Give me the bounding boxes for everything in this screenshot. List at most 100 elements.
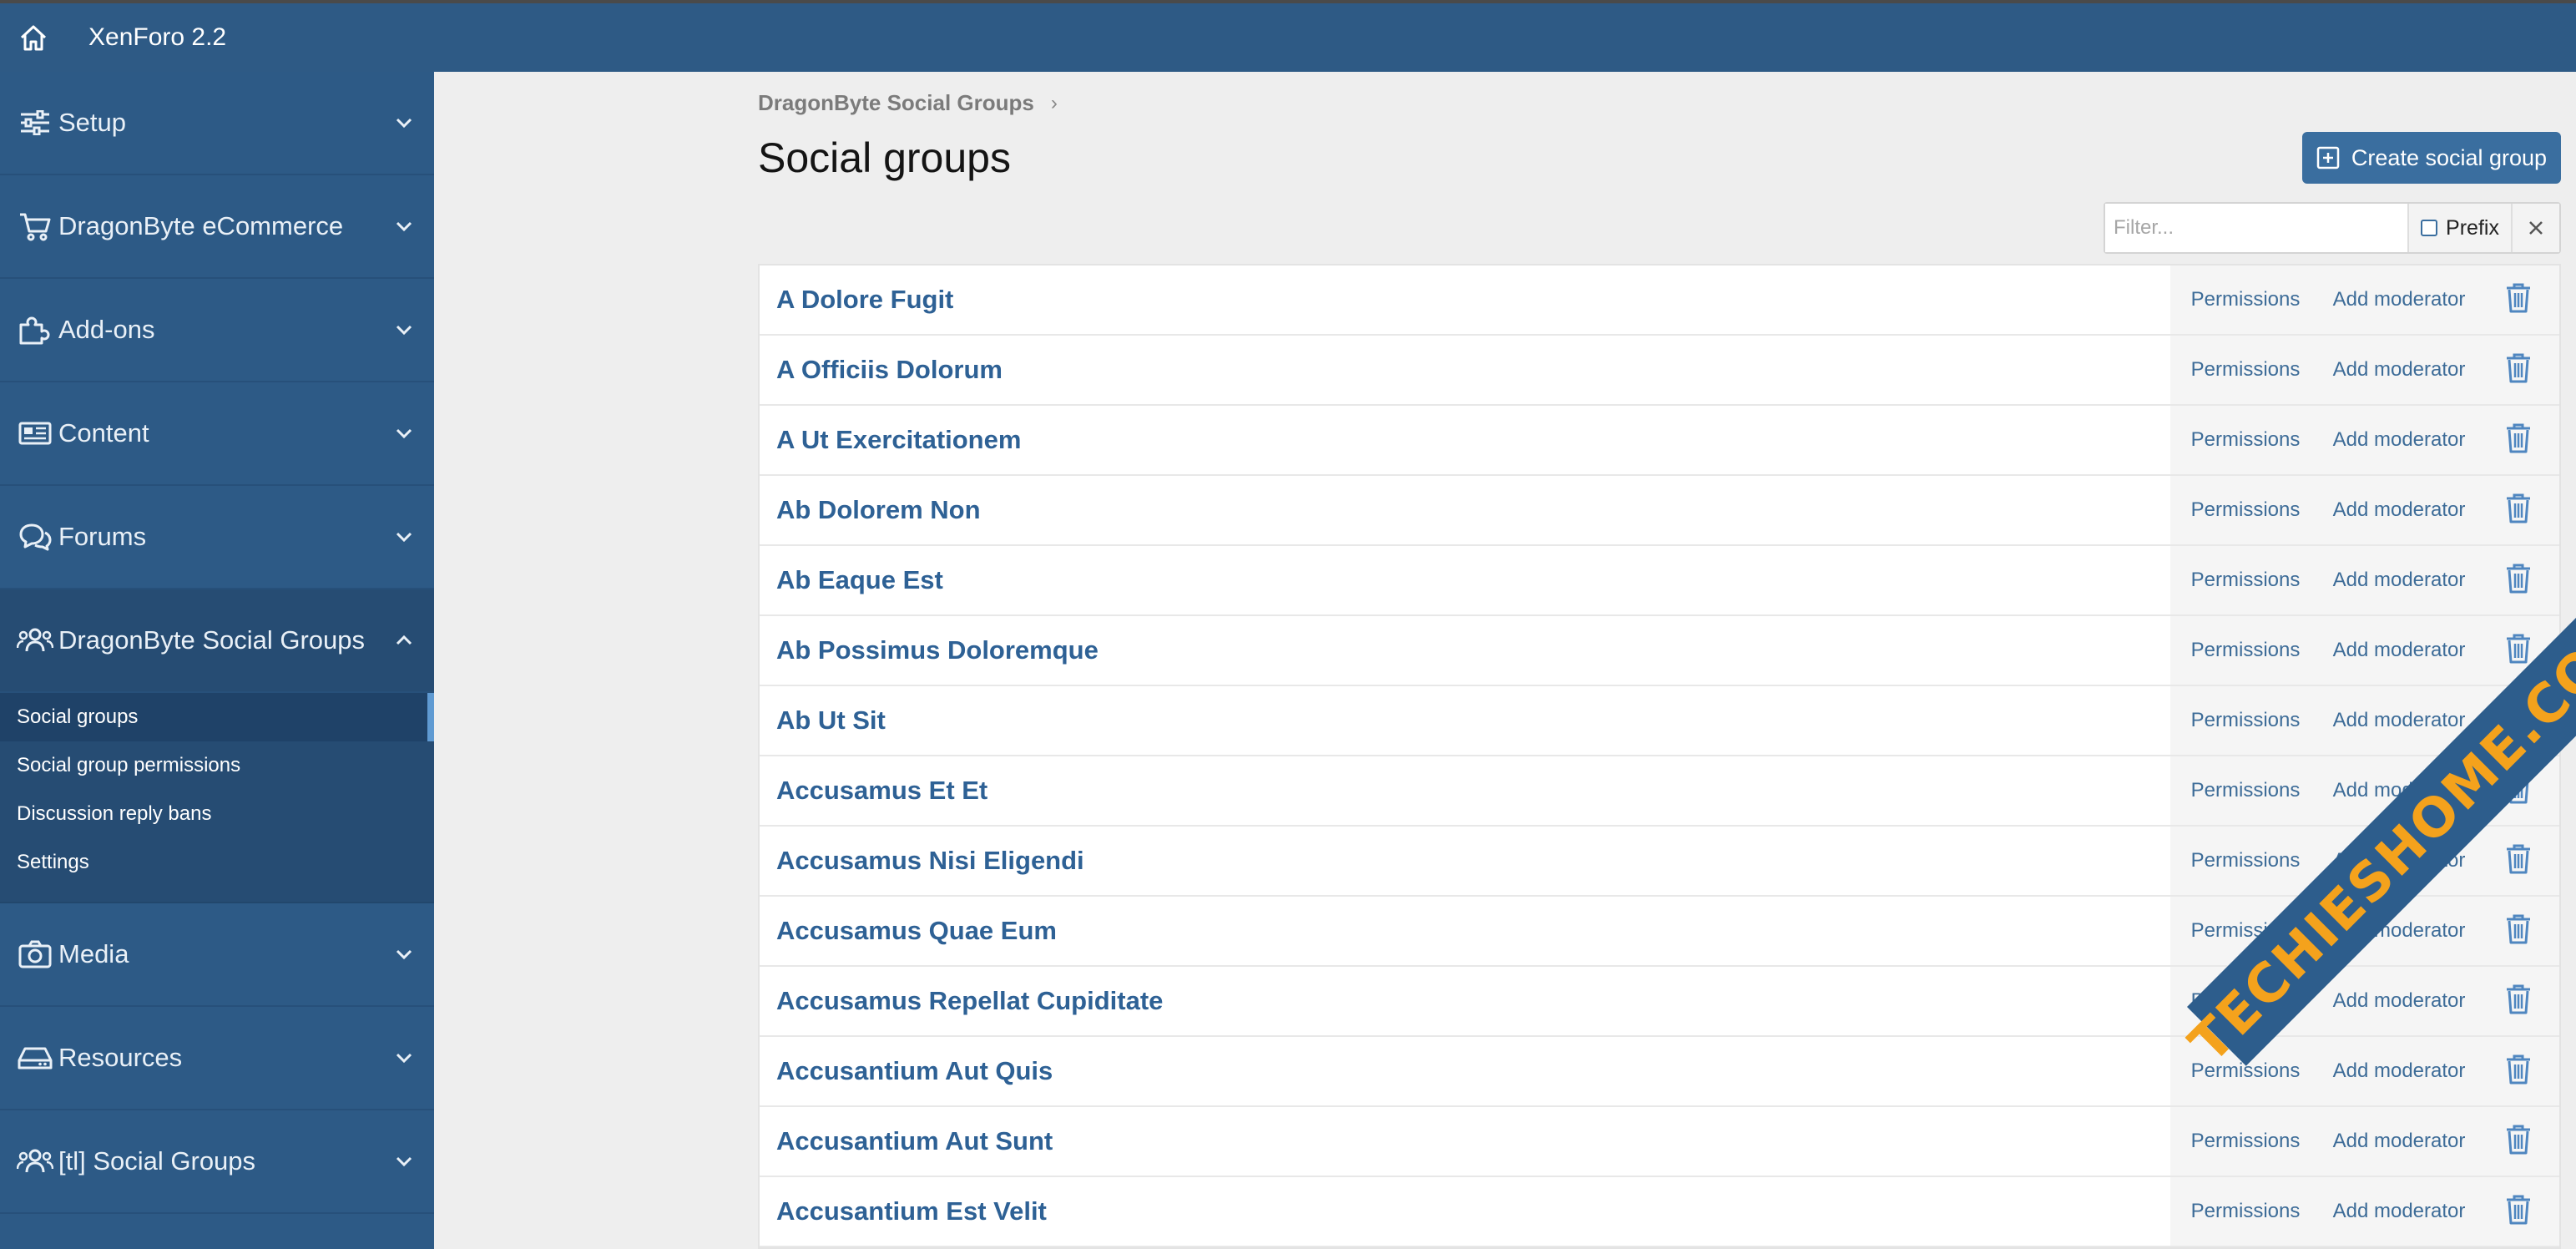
- nav-label: DragonByte Social Groups: [58, 625, 366, 655]
- subnav-item-social-groups[interactable]: Social groups: [0, 693, 434, 741]
- chevron-down-icon: [394, 320, 414, 340]
- permissions-link[interactable]: Permissions: [2170, 849, 2321, 872]
- delete-button[interactable]: [2478, 282, 2559, 318]
- permissions-link[interactable]: Permissions: [2170, 639, 2321, 662]
- group-name-link[interactable]: Ab Dolorem Non: [760, 476, 2170, 544]
- nav-dragonbyte-social-groups[interactable]: DragonByte Social Groups: [0, 589, 434, 693]
- group-name-link[interactable]: Ab Possimus Doloremque: [760, 616, 2170, 685]
- nav-label: Forums: [58, 522, 147, 551]
- add-moderator-link[interactable]: Add moderator: [2321, 989, 2478, 1013]
- subnav-item-settings[interactable]: Settings: [0, 838, 434, 887]
- clear-filter-button[interactable]: [2511, 204, 2559, 252]
- subnav-item-discussion-reply-bans[interactable]: Discussion reply bans: [0, 790, 434, 838]
- nav-tl-social-groups[interactable]: [tl] Social Groups: [0, 1110, 434, 1214]
- home-button[interactable]: [0, 3, 67, 72]
- home-icon: [20, 25, 47, 51]
- group-name-link[interactable]: A Ut Exercitationem: [760, 406, 2170, 474]
- nav-setup[interactable]: Setup: [0, 72, 434, 175]
- top-bar: XenForo 2.2: [0, 0, 2576, 72]
- delete-button[interactable]: [2478, 913, 2559, 949]
- prefix-checkbox[interactable]: Prefix: [2407, 204, 2511, 252]
- add-moderator-link[interactable]: Add moderator: [2321, 428, 2478, 452]
- nav-label: Content: [58, 418, 149, 448]
- filter-bar: Prefix: [2104, 202, 2561, 254]
- permissions-link[interactable]: Permissions: [2170, 1200, 2321, 1223]
- group-name-link[interactable]: A Dolore Fugit: [760, 265, 2170, 334]
- nav-label: DragonByte eCommerce: [58, 211, 344, 240]
- permissions-link[interactable]: Permissions: [2170, 1130, 2321, 1153]
- nav-label: Add-ons: [58, 315, 155, 344]
- group-name-link[interactable]: A Officiis Dolorum: [760, 336, 2170, 404]
- trash-icon: [2504, 1124, 2533, 1160]
- add-moderator-link[interactable]: Add moderator: [2321, 639, 2478, 662]
- trash-icon: [2504, 493, 2533, 528]
- group-name-link[interactable]: Accusantium Est Velit: [760, 1177, 2170, 1246]
- add-moderator-link[interactable]: Add moderator: [2321, 1059, 2478, 1083]
- trash-icon: [2504, 913, 2533, 949]
- add-moderator-link[interactable]: Add moderator: [2321, 569, 2478, 592]
- add-moderator-link[interactable]: Add moderator: [2321, 1130, 2478, 1153]
- nav-addons[interactable]: Add-ons: [0, 279, 434, 382]
- chevron-up-icon: [394, 630, 414, 650]
- trash-icon: [2504, 352, 2533, 388]
- row-actions: PermissionsAdd moderator: [2170, 265, 2559, 334]
- delete-button[interactable]: [2478, 1194, 2559, 1230]
- group-name-link[interactable]: Accusamus Et Et: [760, 756, 2170, 825]
- newspaper-icon: [17, 418, 53, 448]
- trash-icon: [2504, 563, 2533, 599]
- social-groups-list: A Dolore Fugit Permissions Add moderator A …: [758, 264, 2561, 1249]
- hdd-icon: [17, 1043, 53, 1073]
- subnav-item-social-group-permissions[interactable]: Social group permissions: [0, 741, 434, 790]
- delete-button[interactable]: [2478, 422, 2559, 458]
- permissions-link[interactable]: Permissions: [2170, 709, 2321, 732]
- breadcrumb-link[interactable]: DragonByte Social Groups: [758, 90, 1034, 116]
- add-moderator-link[interactable]: Add moderator: [2321, 1200, 2478, 1223]
- nav-label: Resources: [58, 1043, 183, 1072]
- group-name-link[interactable]: Accusamus Repellat Cupiditate: [760, 967, 2170, 1035]
- app-title[interactable]: XenForo 2.2: [88, 23, 226, 52]
- table-row: A Ut Exercitationem Permissions Add modera…: [760, 406, 2559, 476]
- permissions-link[interactable]: Permissions: [2170, 358, 2321, 382]
- add-moderator-link[interactable]: Add moderator: [2321, 498, 2478, 522]
- group-name-link[interactable]: Ab Eaque Est: [760, 546, 2170, 614]
- breadcrumb: DragonByte Social Groups ›: [758, 90, 1058, 116]
- table-row: Accusantium Est Velit Permissions Add mode…: [760, 1177, 2559, 1247]
- delete-button[interactable]: [2478, 1054, 2559, 1090]
- table-row: Ab Possimus Doloremque Permissions Add mod…: [760, 616, 2559, 686]
- permissions-link[interactable]: Permissions: [2170, 779, 2321, 802]
- filter-input[interactable]: [2105, 204, 2407, 252]
- chevron-down-icon: [394, 1048, 414, 1068]
- nav-label: [tl] Social Groups: [58, 1146, 256, 1176]
- add-moderator-link[interactable]: Add moderator: [2321, 709, 2478, 732]
- group-name-link[interactable]: Accusamus Nisi Eligendi: [760, 827, 2170, 895]
- row-actions: PermissionsAdd moderator: [2170, 1177, 2559, 1246]
- group-name-link[interactable]: Ab Ut Sit: [760, 686, 2170, 755]
- prefix-label: Prefix: [2446, 215, 2499, 240]
- group-name-link[interactable]: Accusamus Quae Eum: [760, 897, 2170, 965]
- delete-button[interactable]: [2478, 1124, 2559, 1160]
- users-icon: [17, 625, 53, 655]
- nav-forums[interactable]: Forums: [0, 486, 434, 589]
- chevron-down-icon: [394, 944, 414, 964]
- delete-button[interactable]: [2478, 493, 2559, 528]
- delete-button[interactable]: [2478, 984, 2559, 1019]
- group-name-link[interactable]: Accusantium Aut Sunt: [760, 1107, 2170, 1176]
- delete-button[interactable]: [2478, 352, 2559, 388]
- nav-content[interactable]: Content: [0, 382, 434, 486]
- add-moderator-link[interactable]: Add moderator: [2321, 288, 2478, 311]
- table-row: Ab Ut Sit Permissions Add moderator: [760, 686, 2559, 756]
- delete-button[interactable]: [2478, 843, 2559, 879]
- trash-icon: [2504, 984, 2533, 1019]
- permissions-link[interactable]: Permissions: [2170, 288, 2321, 311]
- permissions-link[interactable]: Permissions: [2170, 498, 2321, 522]
- permissions-link[interactable]: Permissions: [2170, 428, 2321, 452]
- group-name-link[interactable]: Accusantium Aut Quis: [760, 1037, 2170, 1105]
- nav-media[interactable]: Media: [0, 903, 434, 1007]
- nav-resources[interactable]: Resources: [0, 1007, 434, 1110]
- create-social-group-button[interactable]: Create social group: [2302, 132, 2561, 184]
- permissions-link[interactable]: Permissions: [2170, 569, 2321, 592]
- delete-button[interactable]: [2478, 563, 2559, 599]
- nav-ecommerce[interactable]: DragonByte eCommerce: [0, 175, 434, 279]
- chevron-down-icon: [394, 216, 414, 236]
- add-moderator-link[interactable]: Add moderator: [2321, 358, 2478, 382]
